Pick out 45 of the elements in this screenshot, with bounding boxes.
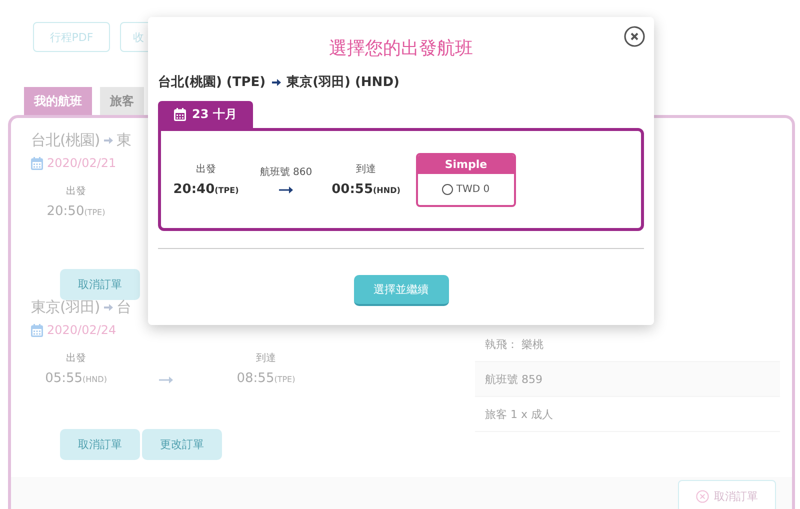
time-label: 出發 xyxy=(196,162,216,176)
time-text: 08:55(TPE) xyxy=(236,371,296,386)
time-text: 20:50(TPE) xyxy=(46,204,106,219)
detail-row: 航班號 859 xyxy=(475,362,780,397)
tab[interactable]: 我的航班 xyxy=(24,87,92,115)
flight-date: 2020/02/24 xyxy=(47,323,116,337)
toolbar-button[interactable]: 行程PDF xyxy=(33,22,110,52)
time-label: 到達 xyxy=(256,352,276,365)
time-label: 出發 xyxy=(66,352,86,365)
calendar-icon xyxy=(174,108,186,121)
time-text: 05:55(HND) xyxy=(45,371,107,386)
time-label: 出發 xyxy=(66,184,86,198)
arrow-icon xyxy=(104,136,113,145)
detail-row: 旅客 1 x 成人 xyxy=(475,397,780,432)
arrow-icon xyxy=(279,184,293,194)
date-tab[interactable]: 23 十月 xyxy=(158,101,253,128)
flight-date: 2020/02/21 xyxy=(47,156,116,170)
order-button[interactable]: 取消訂單 xyxy=(60,269,140,300)
tab[interactable]: 旅客 xyxy=(100,87,144,115)
route-destination: 台 xyxy=(116,298,132,317)
route-origin: 東京(羽田) xyxy=(31,298,100,317)
flight-number: 航班號 860 xyxy=(260,166,312,178)
fare-option[interactable]: Simple TWD 0 xyxy=(416,152,516,206)
arrow-icon xyxy=(159,376,173,384)
fare-name: Simple xyxy=(418,154,514,174)
route-destination: 東京(羽田) (HND) xyxy=(286,74,400,91)
cancel-order-button[interactable]: 取消訂單 xyxy=(678,480,776,509)
route-origin: 台北(桃園) (TPE) xyxy=(158,74,266,91)
radio-button[interactable] xyxy=(442,184,454,194)
arrow-icon xyxy=(104,303,113,312)
order-button[interactable]: 取消訂單 xyxy=(60,429,140,460)
close-icon[interactable] xyxy=(624,26,645,47)
select-continue-button[interactable]: 選擇並繼續 xyxy=(354,275,448,306)
calendar-icon xyxy=(31,324,43,336)
order-button[interactable]: 更改訂單 xyxy=(142,429,222,460)
close-circle-icon xyxy=(696,490,709,502)
route-destination: 東 xyxy=(116,131,132,150)
time-text: 20:40(TPE) xyxy=(173,182,239,197)
arrow-icon xyxy=(272,78,281,86)
time-label: 到達 xyxy=(356,162,376,176)
time-text: 00:55(HND) xyxy=(332,182,400,197)
route-origin: 台北(桃園) xyxy=(31,131,100,150)
fare-price: TWD 0 xyxy=(456,184,490,194)
calendar-icon xyxy=(31,156,43,170)
modal-title: 選擇您的出發航班 xyxy=(328,37,474,60)
